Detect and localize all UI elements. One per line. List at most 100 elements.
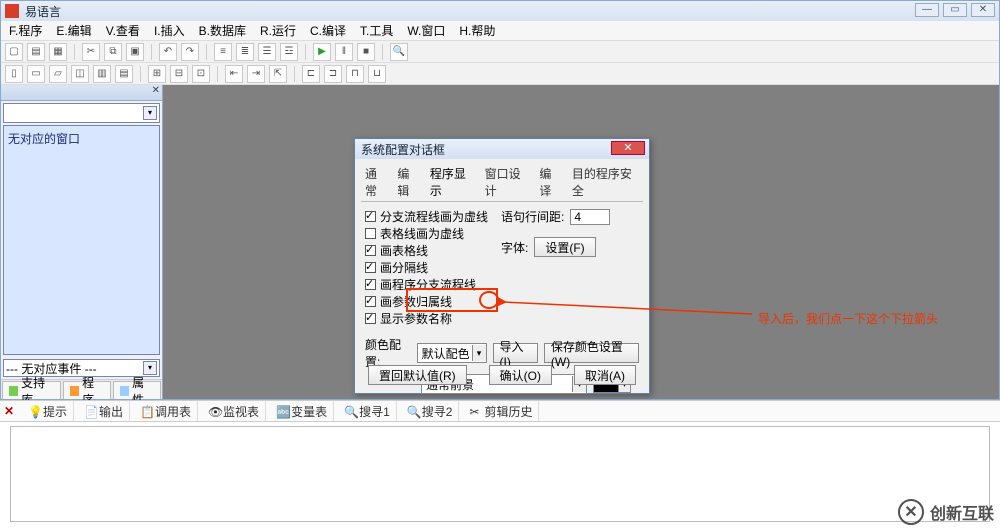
- checkbox-c3[interactable]: [365, 245, 376, 256]
- btab-hint[interactable]: 💡提示: [22, 401, 74, 421]
- spacing-input[interactable]: 4: [570, 209, 610, 225]
- checkbox-c5[interactable]: [365, 279, 376, 290]
- tool-find-icon[interactable]: 🔍: [390, 43, 408, 61]
- tool-copy-icon[interactable]: ⧉: [104, 43, 122, 61]
- menu-insert[interactable]: I.插入: [154, 22, 185, 39]
- import-button[interactable]: 导入(I): [493, 343, 538, 363]
- menu-view[interactable]: V.查看: [106, 22, 140, 39]
- tool-align2-icon[interactable]: ≣: [236, 43, 254, 61]
- color-scheme-combo[interactable]: 默认配色 ▾: [417, 343, 487, 363]
- tool-align1-icon[interactable]: ≡: [214, 43, 232, 61]
- sidetab-program[interactable]: 程序: [63, 381, 111, 399]
- checkbox-c1[interactable]: [365, 211, 376, 222]
- layout6-icon[interactable]: ▤: [115, 65, 133, 83]
- btab-call[interactable]: 📋调用表: [134, 401, 198, 421]
- dialog-close-button[interactable]: ✕: [611, 141, 645, 155]
- side-panel-placeholder: 无对应的窗口: [8, 132, 80, 146]
- tool-redo-icon[interactable]: ↷: [181, 43, 199, 61]
- layout9-icon[interactable]: ⊡: [192, 65, 210, 83]
- tool-cut-icon[interactable]: ✂: [82, 43, 100, 61]
- reset-button[interactable]: 置回默认值(R): [368, 365, 467, 385]
- layout10-icon[interactable]: ⇤: [225, 65, 243, 83]
- menu-compile[interactable]: C.编译: [310, 22, 346, 39]
- layout8-icon[interactable]: ⊟: [170, 65, 188, 83]
- tool-align3-icon[interactable]: ☰: [258, 43, 276, 61]
- tool-paste-icon[interactable]: ▣: [126, 43, 144, 61]
- program-icon: [70, 386, 79, 396]
- tab-display[interactable]: 程序显示: [430, 165, 475, 199]
- layout15-icon[interactable]: ⊓: [346, 65, 364, 83]
- watermark-icon: ✕: [898, 499, 924, 525]
- check-label: 画表格线: [380, 242, 428, 259]
- save-color-button[interactable]: 保存颜色设置(W): [544, 343, 639, 363]
- tab-window[interactable]: 窗口设计: [485, 165, 530, 199]
- tab-compile[interactable]: 编译: [539, 165, 561, 199]
- output-panel[interactable]: [10, 426, 990, 522]
- layout4-icon[interactable]: ◫: [71, 65, 89, 83]
- app-logo-icon: [5, 4, 19, 18]
- chevron-down-icon[interactable]: ▾: [143, 106, 157, 120]
- dialog-tabs: 通常 编辑 程序显示 窗口设计 编译 目的程序安全: [355, 159, 649, 201]
- app-title: 易语言: [25, 3, 61, 20]
- search-icon: 🔍: [407, 405, 419, 417]
- tool-undo-icon[interactable]: ↶: [159, 43, 177, 61]
- btab-find2[interactable]: 🔍搜寻2: [401, 401, 460, 421]
- close-button[interactable]: ✕: [971, 3, 995, 17]
- font-settings-button[interactable]: 设置(F): [534, 237, 595, 257]
- menu-tools[interactable]: T.工具: [360, 22, 393, 39]
- checkbox-c7[interactable]: [365, 313, 376, 324]
- menu-db[interactable]: B.数据库: [199, 22, 246, 39]
- menu-help[interactable]: H.帮助: [459, 22, 495, 39]
- dialog-button-row: 置回默认值(R) 确认(O) 取消(A): [355, 365, 649, 385]
- tool-align4-icon[interactable]: ☲: [280, 43, 298, 61]
- layout11-icon[interactable]: ⇥: [247, 65, 265, 83]
- font-label: 字体:: [501, 239, 528, 256]
- tool-open-icon[interactable]: ▤: [27, 43, 45, 61]
- separator-icon: [151, 44, 152, 60]
- layout16-icon[interactable]: ⊔: [368, 65, 386, 83]
- ok-button[interactable]: 确认(O): [489, 365, 552, 385]
- watch-icon: 👁: [208, 405, 220, 417]
- btab-output[interactable]: 📄输出: [78, 401, 130, 421]
- menu-window[interactable]: W.窗口: [407, 22, 445, 39]
- layout7-icon[interactable]: ⊞: [148, 65, 166, 83]
- layout1-icon[interactable]: ▯: [5, 65, 23, 83]
- separator-icon: [140, 66, 141, 82]
- menu-run[interactable]: R.运行: [260, 22, 296, 39]
- sidetab-property[interactable]: 属性: [113, 381, 161, 399]
- btab-clip[interactable]: ✂剪辑历史: [463, 401, 539, 421]
- tool-run-icon[interactable]: ▶: [313, 43, 331, 61]
- checkbox-c4[interactable]: [365, 262, 376, 273]
- tab-edit[interactable]: 编辑: [397, 165, 419, 199]
- tool-save-icon[interactable]: ▦: [49, 43, 67, 61]
- separator-icon: [217, 66, 218, 82]
- menu-edit[interactable]: E.编辑: [56, 22, 91, 39]
- bottom-close-icon[interactable]: ✕: [4, 404, 18, 418]
- menu-program[interactable]: F.程序: [9, 22, 42, 39]
- checkbox-c6[interactable]: [365, 296, 376, 307]
- btab-watch[interactable]: 👁监视表: [202, 401, 266, 421]
- tool-new-icon[interactable]: ▢: [5, 43, 23, 61]
- tool-stop-icon[interactable]: ■: [357, 43, 375, 61]
- tab-normal[interactable]: 通常: [365, 165, 387, 199]
- check-label: 画参数归属线: [380, 293, 452, 310]
- side-panel-close-icon[interactable]: ✕: [152, 85, 160, 96]
- layout14-icon[interactable]: ⊐: [324, 65, 342, 83]
- layout5-icon[interactable]: ▥: [93, 65, 111, 83]
- tab-security[interactable]: 目的程序安全: [572, 165, 639, 199]
- cancel-button[interactable]: 取消(A): [574, 365, 636, 385]
- toolbar-2: ▯ ▭ ▱ ◫ ▥ ▤ ⊞ ⊟ ⊡ ⇤ ⇥ ⇱ ⊏ ⊐ ⊓ ⊔: [1, 63, 999, 85]
- chevron-down-icon[interactable]: ▾: [472, 345, 486, 361]
- layout2-icon[interactable]: ▭: [27, 65, 45, 83]
- side-panel-combo[interactable]: ▾: [3, 103, 160, 123]
- btab-find1[interactable]: 🔍搜寻1: [338, 401, 397, 421]
- layout3-icon[interactable]: ▱: [49, 65, 67, 83]
- maximize-button[interactable]: ▭: [943, 3, 967, 17]
- tool-pause-icon[interactable]: ‖: [335, 43, 353, 61]
- checkbox-c2[interactable]: [365, 228, 376, 239]
- layout13-icon[interactable]: ⊏: [302, 65, 320, 83]
- layout12-icon[interactable]: ⇱: [269, 65, 287, 83]
- minimize-button[interactable]: —: [915, 3, 939, 17]
- btab-var[interactable]: 🔤变量表: [270, 401, 334, 421]
- sidetab-support[interactable]: 支持库: [2, 381, 61, 399]
